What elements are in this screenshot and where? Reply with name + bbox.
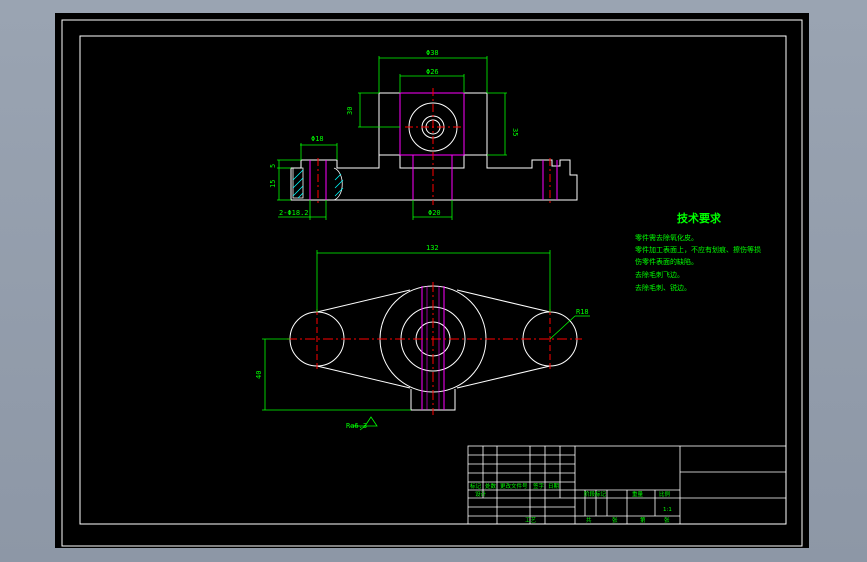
front-dim-labels: Φ38 Φ26 30 35 Φ18 5 15 Φ20 2-Φ18.2	[269, 49, 519, 217]
front-view	[290, 88, 578, 205]
tb-label-mark: 标记	[470, 482, 482, 490]
tb-design: 设计	[475, 490, 487, 498]
dim-left-boss: Φ18	[311, 135, 324, 143]
roughness-symbol: Ra6.3	[346, 422, 367, 430]
tech-line-1: 零件需去除氧化皮。	[635, 233, 698, 242]
tb-total: 共	[586, 516, 592, 524]
tb-sheet-2: 张	[664, 516, 670, 524]
tb-weight: 重量	[632, 490, 644, 498]
tb-scale: 1:1	[663, 507, 672, 513]
dim-bore-bottom: Φ20	[428, 209, 441, 217]
dim-hole-note: 2-Φ18.2	[279, 209, 309, 217]
tb-stage: 阶段标记	[584, 490, 607, 498]
dim-plan-span: 132	[426, 244, 439, 252]
tb-label-count: 处数	[485, 482, 497, 490]
dim-right-height: 35	[511, 128, 519, 136]
tech-title: 技术要求	[677, 211, 722, 225]
dim-boss-h1: 5	[269, 164, 277, 168]
dim-top-outer: Φ38	[426, 49, 439, 57]
plan-view	[287, 282, 582, 415]
tech-line-2: 零件加工表面上，不应有划痕、擦伤等损	[635, 245, 761, 254]
tb-label-sign: 签字	[533, 482, 545, 490]
tb-label-date: 日期	[548, 483, 560, 490]
tech-line-3: 伤零件表面的缺陷。	[635, 257, 698, 266]
tb-sheet-1: 张	[612, 516, 618, 524]
dim-plan-height: 40	[255, 371, 263, 379]
dim-left-height: 30	[346, 107, 354, 115]
title-block-text: 标记 处数 更改文件号 签字 日期 设计 阶段标记 重量 比例 1:1 工艺 共…	[470, 482, 672, 524]
front-base-outline	[290, 154, 578, 201]
drawing-sheet: Φ38 Φ26 30 35 Φ18 5 15 Φ20 2-Φ18.2 132 R…	[55, 13, 809, 548]
tech-line-4: 去除毛刺飞边。	[635, 270, 684, 279]
outer-frame	[61, 19, 803, 547]
dim-top-inner: Φ26	[426, 68, 439, 76]
dim-plan-radius: R18	[576, 308, 589, 316]
tb-process: 工艺	[525, 517, 537, 524]
tb-ratio: 比例	[659, 490, 671, 498]
cad-drawing: Φ38 Φ26 30 35 Φ18 5 15 Φ20 2-Φ18.2 132 R…	[61, 19, 803, 547]
dim-boss-h2: 15	[269, 180, 277, 188]
tech-line-5: 去除毛刺、锐边。	[635, 283, 691, 292]
tb-label-file: 更改文件号	[500, 482, 528, 490]
plan-dimensions	[262, 250, 590, 431]
tech-requirements: 技术要求 零件需去除氧化皮。 零件加工表面上，不应有划痕、擦伤等损 伤零件表面的…	[635, 211, 761, 292]
tb-nth: 第	[640, 516, 646, 524]
